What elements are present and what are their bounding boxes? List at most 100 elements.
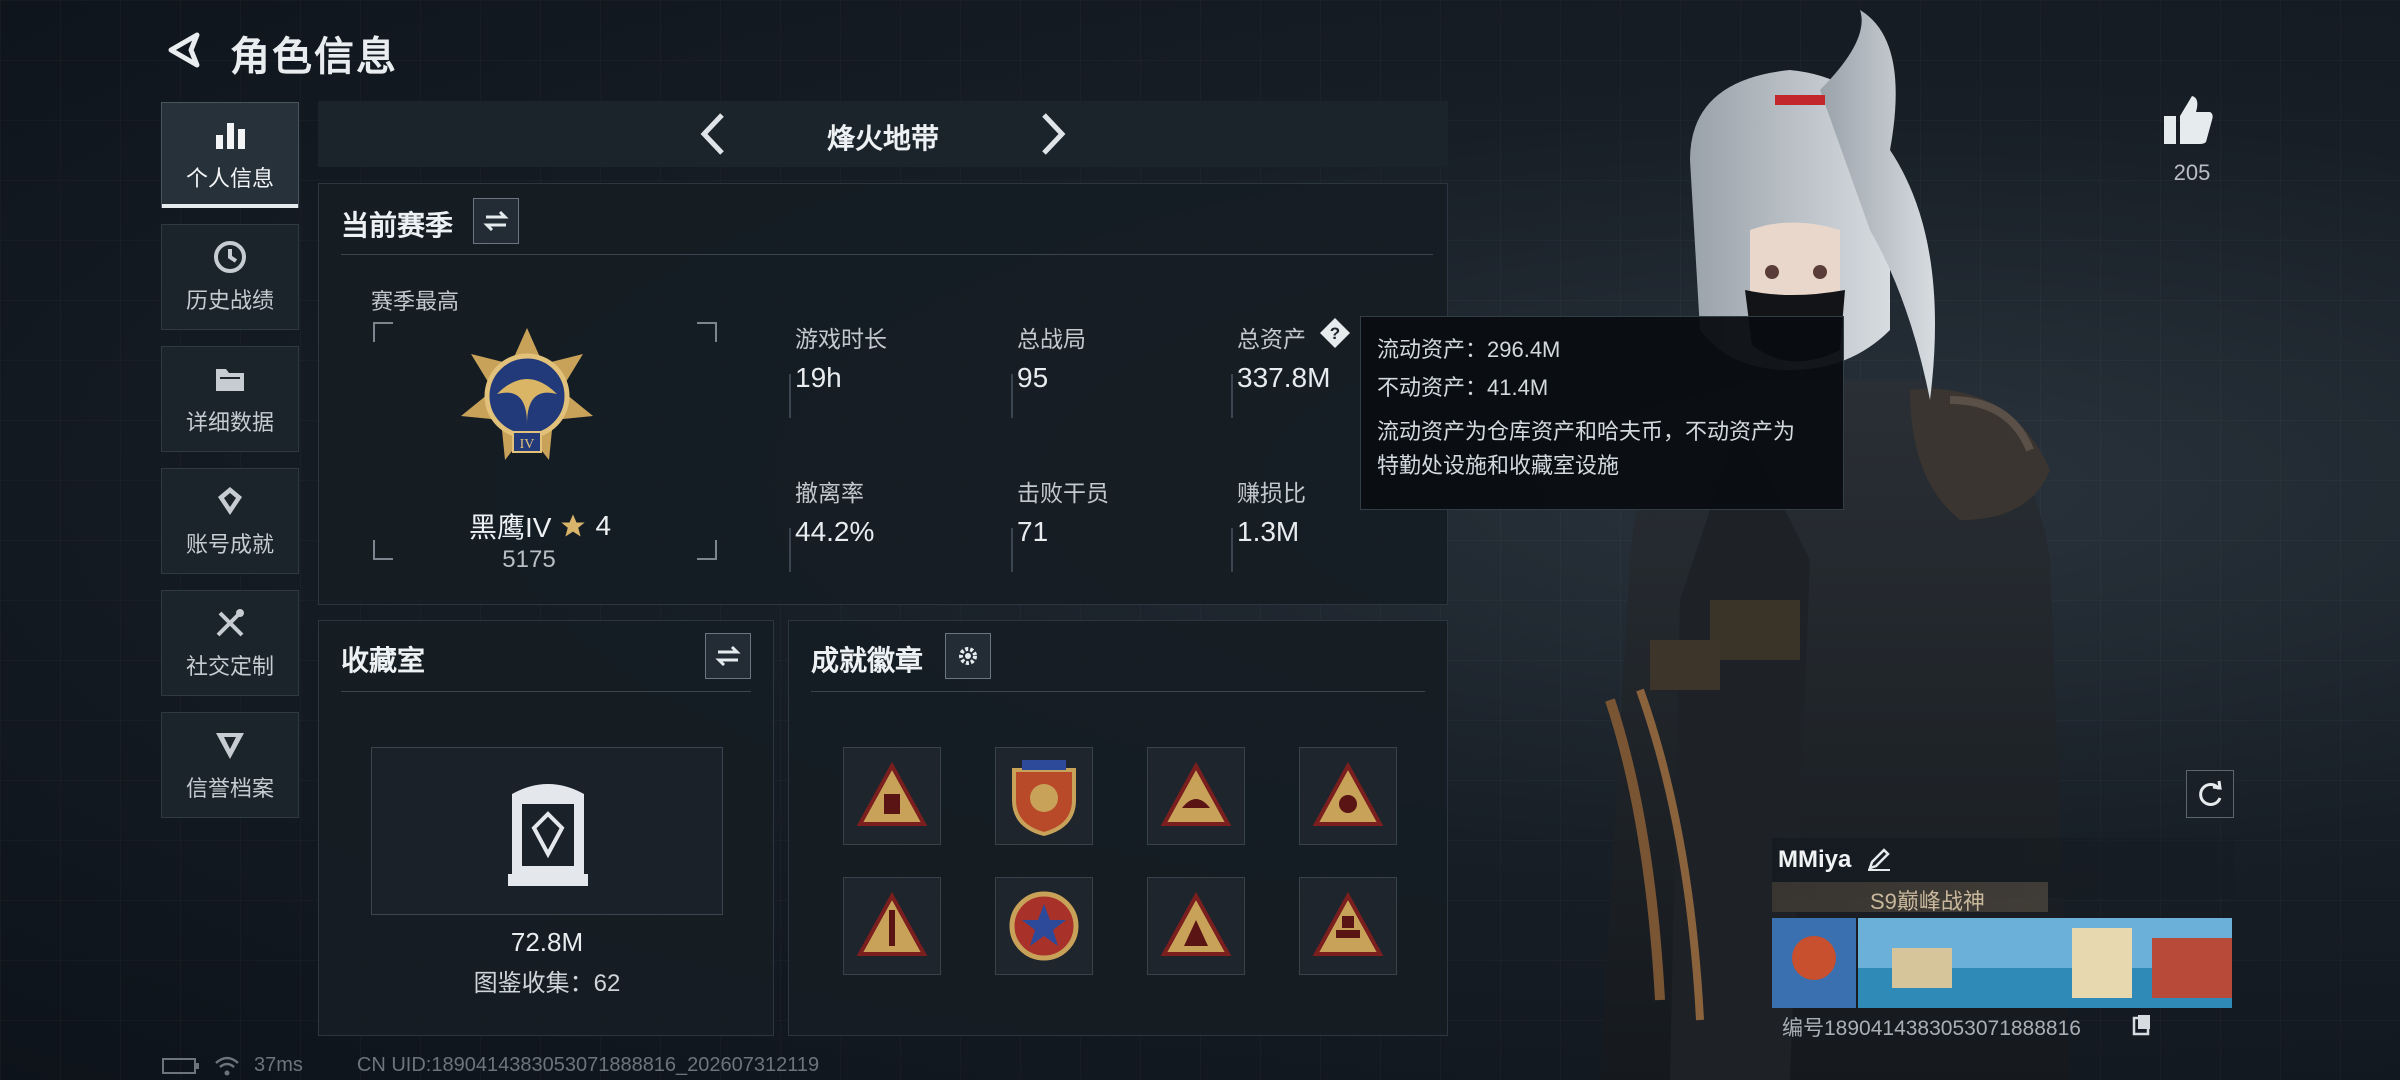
stat-label-extract-rate: 撤离率	[795, 480, 864, 506]
collection-count: 图鉴收集：62	[473, 970, 621, 997]
sidebar-item-label: 信誉档案	[185, 776, 274, 801]
sidebar-item-label: 账号成就	[185, 532, 274, 557]
status-bar: 37ms CN UID:1890414383053071888816_20260…	[162, 1054, 819, 1077]
stat-value-total-matches: 95	[1017, 362, 1049, 393]
frame-corner	[697, 322, 717, 342]
stat-label-total-assets: 总资产	[1237, 326, 1306, 352]
sidebar-item-label: 详细数据	[185, 410, 274, 435]
help-button[interactable]: ?	[1319, 317, 1350, 348]
thumbs-up-icon	[2164, 96, 2213, 144]
badge-slot[interactable]	[995, 747, 1093, 845]
like-count: 205	[2173, 160, 2211, 185]
stat-value-kills: 71	[1017, 516, 1049, 547]
season-switch-button[interactable]	[473, 198, 519, 244]
season-title: 当前赛季	[341, 210, 454, 241]
mode-name: 烽火地带	[826, 123, 939, 154]
stat-value-total-assets: 337.8M	[1237, 362, 1331, 393]
sidebar-item-history[interactable]: 历史战绩	[161, 224, 299, 330]
stat-label-kills: 击败干员	[1017, 480, 1109, 506]
sidebar-item-label: 社交定制	[185, 654, 274, 679]
back-arrow-icon	[168, 32, 200, 68]
triangle-badge-icon	[1160, 761, 1232, 826]
badge-slot[interactable]	[1299, 747, 1397, 845]
sidebar-item-reputation[interactable]: 信誉档案	[161, 712, 299, 818]
battery-icon	[162, 1057, 199, 1074]
star-icon	[561, 514, 586, 537]
triangle-badge-icon	[1312, 891, 1384, 956]
stat-value-extract-rate: 44.2%	[795, 516, 875, 547]
divider	[1231, 528, 1233, 572]
sidebar-item-label: 个人信息	[185, 166, 274, 191]
badge-slot[interactable]	[843, 877, 941, 975]
badge-slot[interactable]	[1147, 877, 1245, 975]
rank-name: 黑鹰IV	[469, 512, 552, 543]
badge-slot[interactable]	[1299, 877, 1397, 975]
sidebar-item-label: 历史战绩	[185, 288, 274, 313]
collection-preview[interactable]	[371, 747, 723, 915]
badge-slot[interactable]	[1147, 747, 1245, 845]
rank-stars: 4	[595, 510, 612, 541]
achievement-icon	[218, 487, 242, 515]
tooltip-line: 不动资产：41.4M	[1377, 375, 1549, 400]
tooltip-line: 流动资产：296.4M	[1377, 337, 1561, 362]
rank-score: 5175	[502, 546, 556, 573]
username: MMiya	[1778, 846, 1852, 873]
page-title: 角色信息	[230, 35, 398, 79]
folder-icon	[216, 369, 244, 391]
collection-value: 72.8M	[510, 927, 584, 957]
clock-icon	[214, 241, 246, 273]
frame-corner	[373, 540, 393, 560]
divider	[789, 374, 791, 418]
badges-title: 成就徽章	[811, 645, 924, 676]
triangle-badge-icon	[1312, 761, 1384, 826]
next-mode-button[interactable]	[1028, 109, 1078, 159]
season-best-label: 赛季最高	[371, 289, 460, 314]
badge-slot[interactable]	[995, 877, 1093, 975]
namecard-banner[interactable]	[1772, 918, 2232, 1008]
player-uid: 编号1890414383053071888816	[1782, 1017, 2081, 1040]
swap-icon	[715, 645, 741, 667]
sidebar-item-personal-info[interactable]: 个人信息	[161, 102, 299, 208]
sidebar-item-social-custom[interactable]: 社交定制	[161, 590, 299, 696]
frame-corner	[373, 322, 393, 342]
triangle-badge-icon	[856, 761, 928, 826]
gear-icon	[959, 647, 977, 665]
stat-label-playtime: 游戏时长	[795, 326, 887, 352]
medal-badge-icon	[1009, 891, 1079, 961]
rank-emblem-icon: IV	[461, 328, 593, 460]
triangle-badge-icon	[1160, 891, 1232, 956]
tooltip-line: 特勤处设施和收藏室设施	[1377, 453, 1620, 478]
vault-icon	[508, 784, 588, 886]
mode-selector: 烽火地带	[318, 101, 1448, 167]
like-button[interactable]	[2160, 92, 2224, 156]
badges-panel: 成就徽章	[788, 620, 1448, 1036]
svg-text:?: ?	[1330, 324, 1340, 343]
stat-label-total-matches: 总战局	[1017, 326, 1086, 352]
help-icon: ?	[1320, 318, 1350, 348]
stat-value-playtime: 19h	[795, 362, 842, 393]
badge-slot[interactable]	[843, 747, 941, 845]
back-button[interactable]	[160, 26, 208, 74]
copy-uid-button[interactable]	[2132, 1014, 2152, 1036]
asset-tooltip: 流动资产：296.4M 不动资产：41.4M 流动资产为仓库资产和哈夫币，不动资…	[1360, 316, 1844, 510]
rank-name-row: 黑鹰IV 4	[469, 506, 611, 546]
collection-panel: 收藏室 72.8M 图鉴收集：62	[318, 620, 774, 1036]
chevron-right-icon	[1042, 113, 1066, 155]
tools-icon	[216, 609, 244, 637]
server-uid: CN UID:1890414383053071888816_2026073121…	[356, 1054, 820, 1076]
collection-switch-button[interactable]	[705, 633, 751, 679]
copy-icon	[2132, 1015, 2150, 1036]
stat-value-profit-ratio: 1.3M	[1237, 516, 1300, 547]
stat-label-profit-ratio: 赚损比	[1237, 480, 1306, 506]
tooltip-line: 流动资产为仓库资产和哈夫币，不动资产为	[1377, 419, 1796, 444]
pencil-icon	[1868, 848, 1890, 871]
badges-settings-button[interactable]	[945, 633, 991, 679]
divider	[1011, 528, 1013, 572]
shield-badge-icon	[1012, 760, 1076, 836]
sidebar-item-detailed-data[interactable]: 详细数据	[161, 346, 299, 452]
bar-chart-icon	[216, 123, 245, 149]
sidebar-item-achievements[interactable]: 账号成就	[161, 468, 299, 574]
edit-name-button[interactable]	[1866, 846, 1892, 872]
divider	[811, 691, 1425, 692]
rotate-character-button[interactable]	[2186, 770, 2234, 818]
